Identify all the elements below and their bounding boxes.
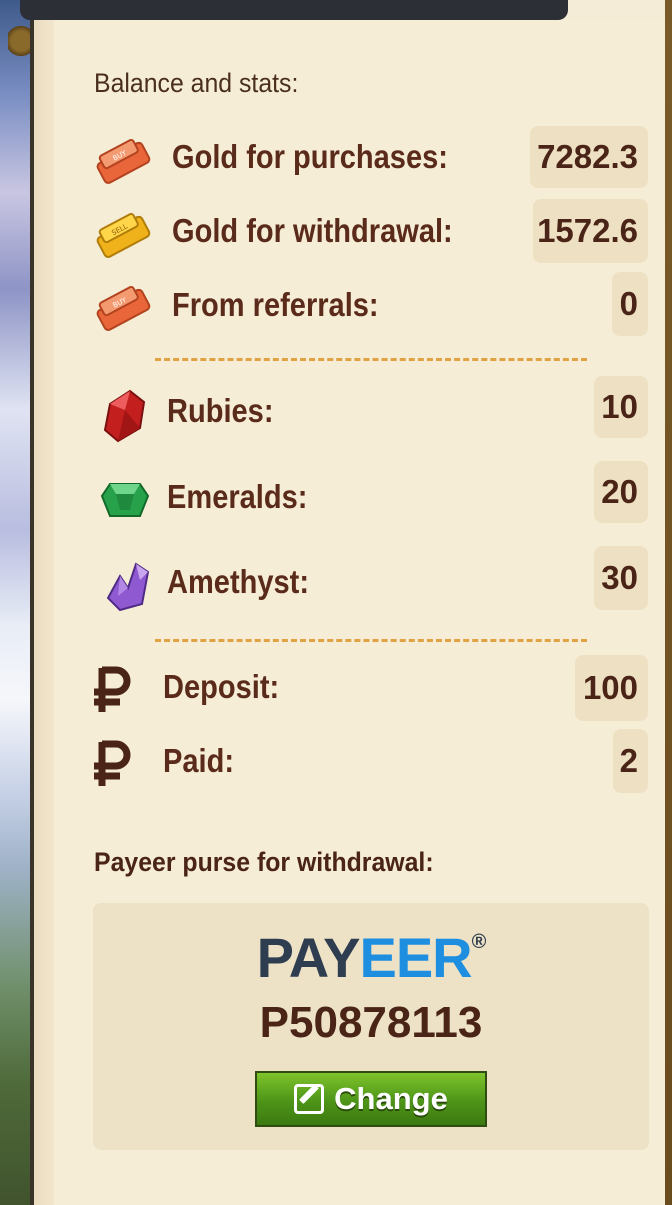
payeer-logo-pay: PAY [256,926,361,989]
section-divider [155,639,587,642]
emeralds-value: 20 [594,461,648,523]
change-button-label: Change [334,1081,448,1116]
from-referrals-value: 0 [612,272,648,336]
amethyst-value: 30 [594,546,648,610]
deposit-label: Deposit: [163,668,280,705]
balance-section-title: Balance and stats: [94,68,299,98]
ruble-icon [94,666,131,712]
gold-bar-buy-icon: BUY [96,286,151,331]
top-bar [20,0,568,20]
edit-icon [294,1084,325,1114]
background-scenery [0,0,34,1205]
payeer-section-title: Payeer purse for withdrawal: [94,847,434,877]
amethyst-label: Amethyst: [167,563,309,600]
payeer-purse-id: P50878113 [259,998,483,1047]
payeer-card: PAYEER® P50878113 Change [93,903,649,1150]
gold-purchases-value: 7282.3 [530,126,648,188]
gold-bar-sell-icon: SELL [96,213,151,258]
gold-bar-buy-icon: BUY [96,139,151,184]
payeer-logo-registered: ® [471,931,487,953]
change-purse-button[interactable]: Change [255,1071,487,1127]
rubies-label: Rubies: [167,392,274,429]
from-referrals-label: From referrals: [172,286,379,323]
rubies-value: 10 [594,376,648,438]
payeer-logo: PAYEER® [93,925,649,990]
paid-value: 2 [613,729,648,793]
emeralds-label: Emeralds: [167,478,308,515]
ruby-icon [103,389,146,443]
amethyst-icon [106,562,150,612]
paid-label: Paid: [163,742,235,779]
panel-right-edge [665,0,672,1205]
emerald-icon [100,483,150,517]
gold-withdrawal-label: Gold for withdrawal: [172,212,453,249]
ruble-icon [94,740,131,786]
gold-purchases-label: Gold for purchases: [172,138,448,175]
gold-withdrawal-value: 1572.6 [533,199,648,263]
section-divider [155,358,587,361]
panel-frame [30,0,54,1205]
deposit-value: 100 [575,655,648,721]
payeer-logo-eer: EER [359,926,472,989]
